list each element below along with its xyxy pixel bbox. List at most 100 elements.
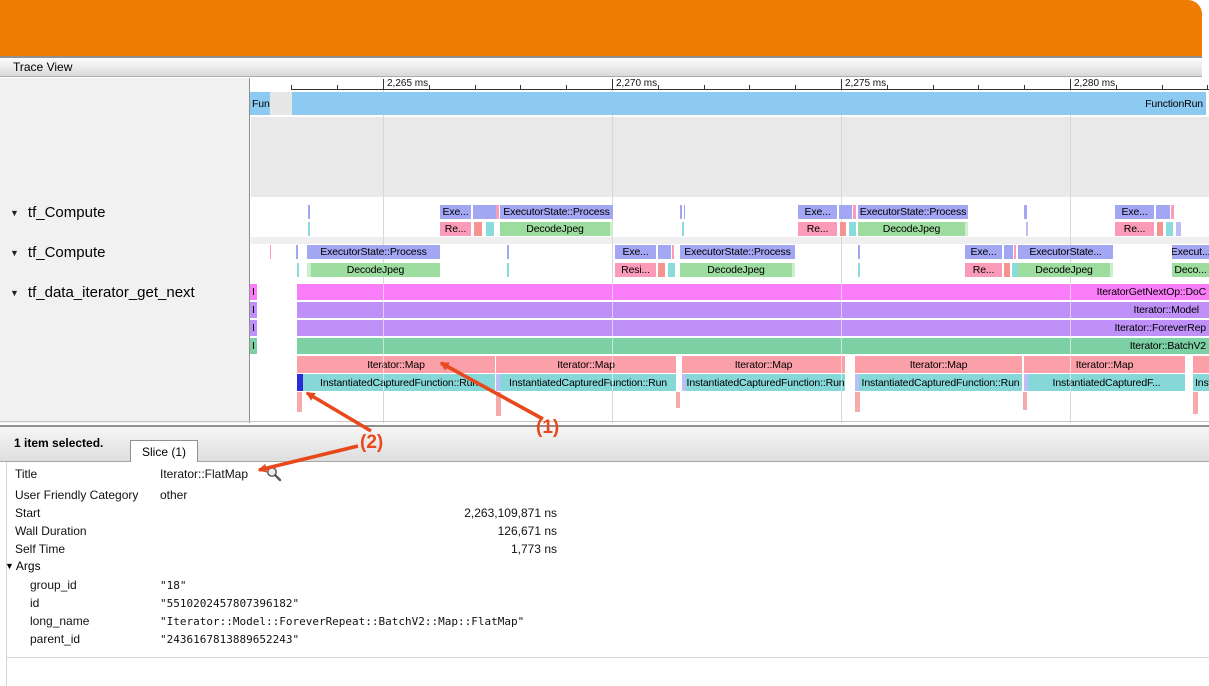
trace-slice-fragment[interactable] [1193, 392, 1198, 414]
trace-slice[interactable]: InstantiatedCapturedF... [1028, 374, 1185, 391]
trace-slice[interactable]: InstantiatedCapturedFunction::Run [500, 374, 676, 391]
sidebar-item-tf-data-iterator-get-next[interactable]: ▼ tf_data_iterator_get_next [10, 284, 195, 301]
trace-slice-fragment[interactable] [858, 245, 860, 259]
trace-slice-fragment[interactable] [1110, 263, 1113, 277]
trace-slice[interactable]: Iterator::Map [297, 356, 495, 373]
trace-slice-fragment[interactable] [1014, 245, 1016, 259]
trace-slice[interactable]: Iterator::Map [855, 356, 1022, 373]
trace-slice-fragment[interactable] [672, 245, 674, 259]
trace-slice-fragment[interactable] [610, 222, 613, 236]
trace-slice-fragment[interactable] [1176, 222, 1181, 236]
trace-slice[interactable]: FunctionRun [292, 92, 1206, 115]
trace-slice[interactable]: Iterator::Map [1024, 356, 1185, 373]
trace-slice[interactable]: ExecutorState::Process [500, 205, 613, 219]
trace-slice-fragment[interactable] [1193, 356, 1209, 373]
trace-slice[interactable]: I [250, 284, 257, 300]
trace-slice[interactable]: Iterator::Map [496, 356, 676, 373]
trace-slice[interactable]: I [250, 338, 257, 354]
trace-slice-fragment[interactable] [658, 263, 665, 277]
trace-slice[interactable]: ExecutorState::Process [307, 245, 440, 259]
trace-slice-fragment[interactable] [680, 205, 682, 219]
trace-slice-fragment[interactable] [496, 392, 501, 416]
trace-slice[interactable]: Resi... [615, 263, 656, 277]
trace-slice-fragment[interactable] [296, 245, 298, 259]
trace-slice[interactable]: Fun [250, 92, 270, 115]
trace-slice-fragment[interactable] [507, 263, 509, 277]
trace-slice-fragment[interactable] [965, 222, 968, 236]
trace-slice-fragment[interactable] [507, 245, 509, 259]
trace-slice-fragment[interactable] [496, 205, 499, 219]
trace-slice[interactable]: InstantiatedCapturedFunction::Run [686, 374, 845, 391]
trace-slice[interactable]: I [250, 320, 257, 336]
trace-slice[interactable]: Iterator::Map [682, 356, 845, 373]
trace-slice-fragment[interactable] [684, 205, 685, 219]
trace-slice[interactable]: Exe... [440, 205, 471, 219]
trace-slice-fragment[interactable] [658, 245, 671, 259]
trace-slice[interactable]: DecodeJpeg [1018, 263, 1110, 277]
trace-slice[interactable]: ExecutorState::Process [858, 205, 968, 219]
trace-slice-fragment[interactable] [1166, 222, 1173, 236]
trace-slice-fragment[interactable] [858, 263, 860, 277]
trace-slice[interactable]: DecodeJpeg [311, 263, 440, 277]
trace-slice[interactable]: Iterator::Model [297, 302, 1202, 318]
trace-slice-fragment[interactable] [308, 205, 310, 219]
trace-slice[interactable]: Deco... [1172, 263, 1209, 277]
trace-slice-fragment[interactable] [474, 222, 482, 236]
trace-slice[interactable]: Execut... [1172, 245, 1209, 259]
trace-slice-fragment[interactable] [308, 222, 310, 236]
trace-slice[interactable]: Inst [1193, 374, 1209, 391]
chevron-down-icon[interactable]: ▼ [10, 248, 19, 258]
trace-slice[interactable]: IteratorGetNextOp::DoC [297, 284, 1209, 300]
trace-slice[interactable]: I [250, 302, 257, 318]
chevron-down-icon[interactable]: ▼ [10, 288, 19, 298]
trace-slice[interactable]: Exe... [965, 245, 1002, 259]
trace-slice[interactable]: ExecutorState... [1018, 245, 1113, 259]
trace-slice-fragment[interactable] [1026, 222, 1028, 236]
trace-slice[interactable]: Re... [965, 263, 1002, 277]
args-section-header[interactable]: ▼ Args [5, 559, 41, 573]
trace-slice-fragment[interactable] [1024, 205, 1027, 219]
trace-slice-fragment[interactable] [1202, 302, 1209, 318]
sidebar-item-tf-compute-1[interactable]: ▼ tf_Compute [10, 204, 105, 221]
trace-slice-fragment[interactable] [473, 205, 496, 219]
trace-slice-fragment[interactable] [486, 222, 494, 236]
trace-slice[interactable]: Iterator::ForeverRep [297, 320, 1209, 336]
chevron-down-icon[interactable]: ▼ [10, 208, 19, 218]
trace-slice[interactable]: Re... [1115, 222, 1154, 236]
trace-slice[interactable]: Exe... [798, 205, 837, 219]
trace-slice[interactable]: Exe... [615, 245, 656, 259]
trace-slice-fragment[interactable] [676, 392, 680, 408]
trace-slice[interactable]: Re... [440, 222, 471, 236]
trace-slice[interactable]: DecodeJpeg [500, 222, 610, 236]
trace-slice-fragment[interactable] [855, 392, 860, 412]
trace-slice[interactable]: Exe... [1115, 205, 1154, 219]
trace-slice-fragment[interactable] [270, 92, 292, 115]
trace-slice-fragment[interactable] [682, 222, 684, 236]
trace-slice-fragment[interactable] [297, 263, 299, 277]
sidebar-item-tf-compute-2[interactable]: ▼ tf_Compute [10, 244, 105, 261]
trace-slice-fragment[interactable] [1156, 205, 1170, 219]
trace-slice-fragment[interactable] [1171, 205, 1174, 219]
trace-slice[interactable]: Iterator::BatchV2 [297, 338, 1209, 354]
trace-slice[interactable]: DecodeJpeg [680, 263, 792, 277]
trace-slice-fragment[interactable] [839, 205, 852, 219]
trace-slice-fragment[interactable] [1023, 392, 1027, 410]
trace-slice-fragment[interactable] [297, 392, 302, 412]
magnifier-icon[interactable] [266, 466, 282, 482]
trace-slice-fragment[interactable] [853, 205, 856, 219]
trace-slice-fragment[interactable] [1004, 245, 1013, 259]
trace-slice-fragment[interactable] [792, 263, 795, 277]
trace-slice-fragment[interactable] [1157, 222, 1163, 236]
trace-slice-fragment[interactable] [668, 263, 675, 277]
trace-slice[interactable]: InstantiatedCapturedFunction::Run [303, 374, 495, 391]
trace-slice-fragment[interactable] [270, 245, 271, 259]
trace-slice[interactable]: InstantiatedCapturedFunction::Run [859, 374, 1022, 391]
triangle-down-icon[interactable]: ▼ [5, 561, 14, 571]
trace-slice[interactable]: ExecutorState::Process [680, 245, 795, 259]
trace-slice-fragment[interactable] [849, 222, 856, 236]
trace-slice[interactable]: Re... [798, 222, 837, 236]
trace-slice-fragment[interactable] [1004, 263, 1010, 277]
trace-slice[interactable]: DecodeJpeg [858, 222, 965, 236]
tab-slice[interactable]: Slice (1) [130, 440, 198, 462]
trace-slice-fragment[interactable] [840, 222, 846, 236]
